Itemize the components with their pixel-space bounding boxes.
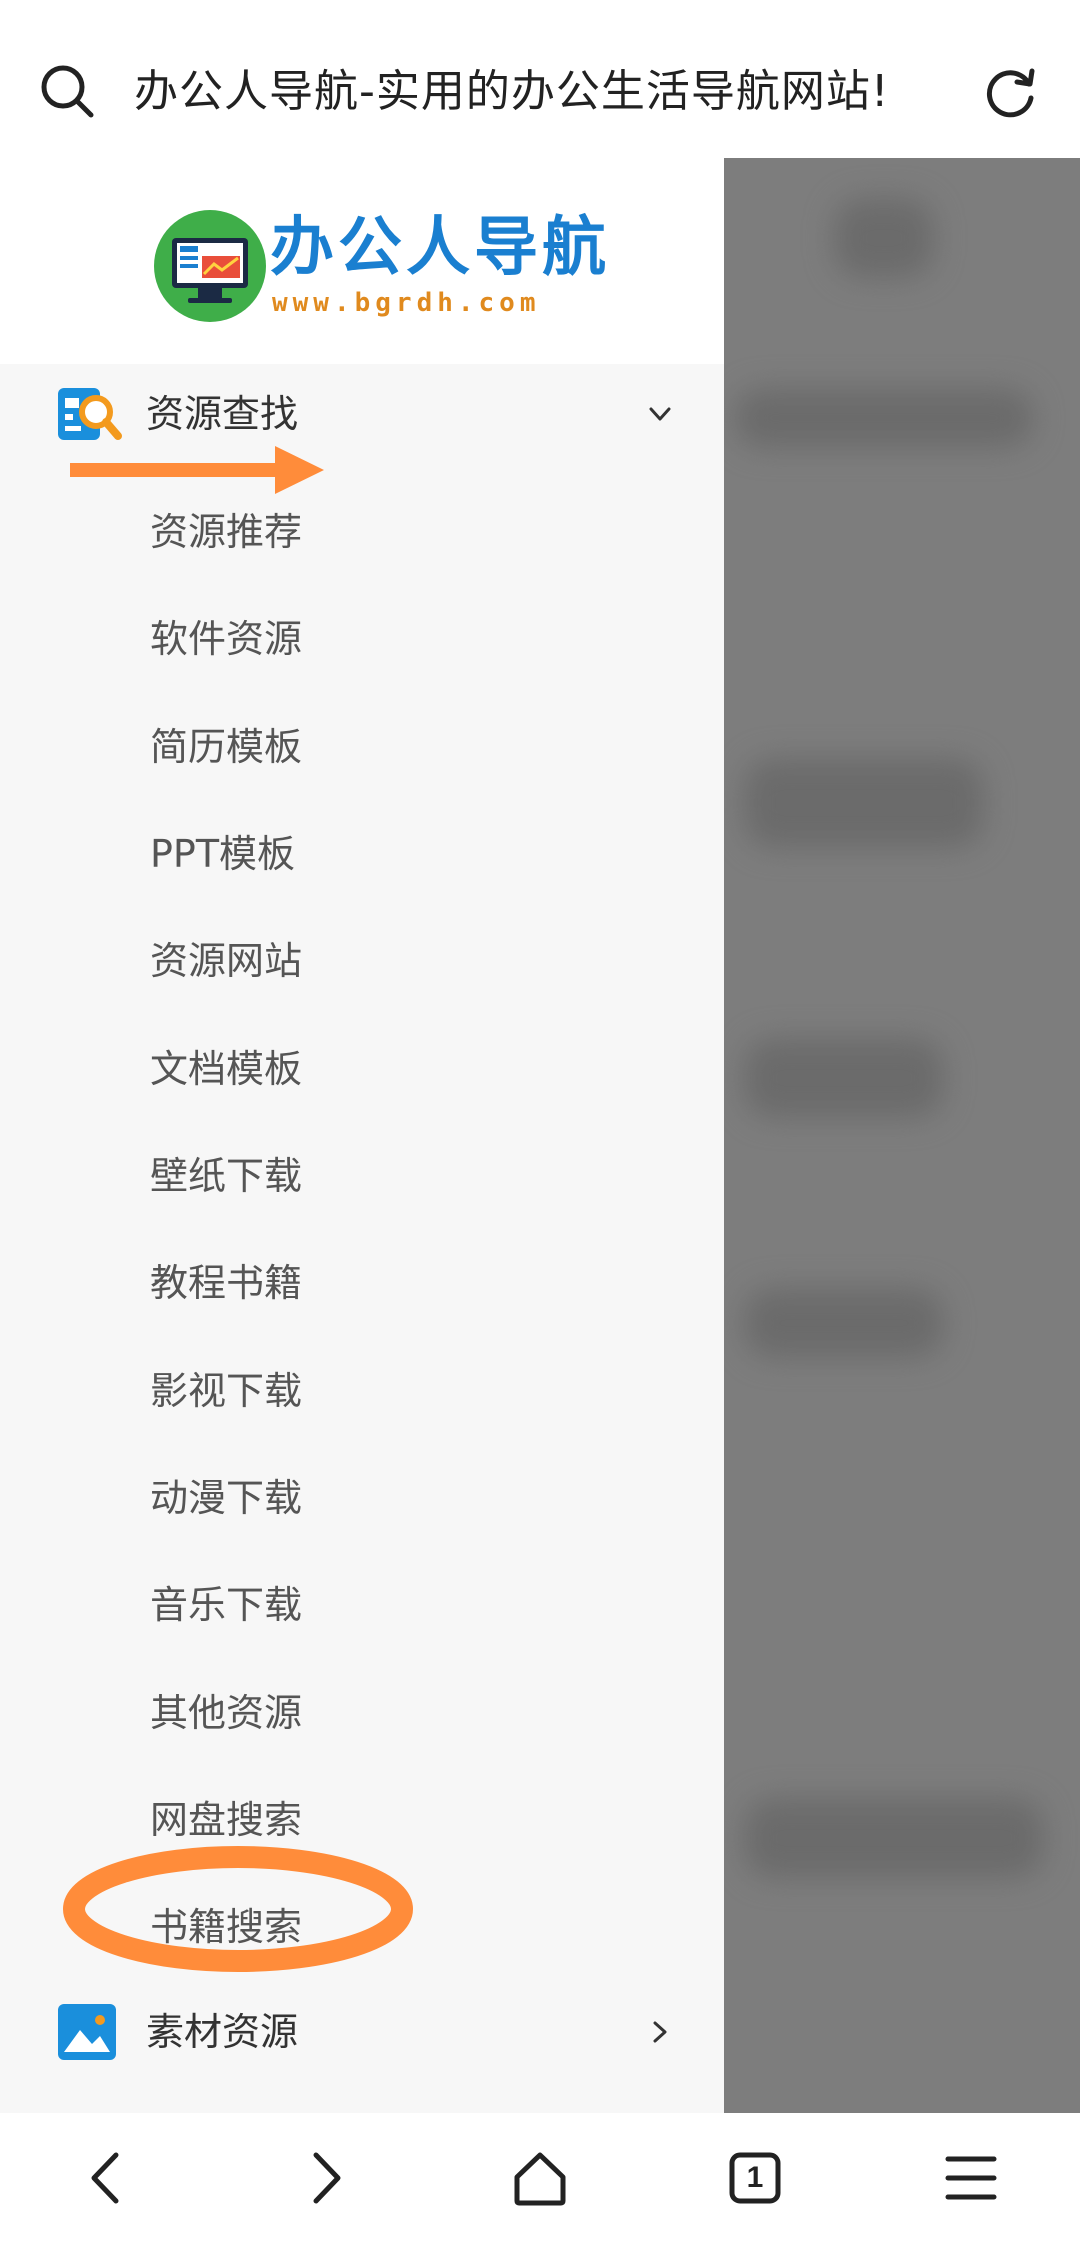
back-icon[interactable] xyxy=(72,2143,142,2213)
sidebar-item-movie-downloads[interactable]: 影视下载 xyxy=(150,1361,302,1421)
side-drawer: 办公人导航 www.bgrdh.com 资源查找 资源推荐 软件资源 简历模板 … xyxy=(0,158,724,2113)
page-title[interactable]: 办公人导航-实用的办公生活导航网站! xyxy=(134,62,890,122)
address-bar: 办公人导航-实用的办公生活导航网站! xyxy=(0,0,1080,158)
sidebar-item-document-templates[interactable]: 文档模板 xyxy=(150,1039,302,1099)
blurred-content xyxy=(734,388,1034,448)
page-dim-overlay[interactable] xyxy=(724,158,1080,2113)
home-icon[interactable] xyxy=(505,2143,575,2213)
reload-icon[interactable] xyxy=(982,62,1040,120)
blurred-content xyxy=(744,1798,1044,1878)
sidebar-section-label: 资源查找 xyxy=(146,392,299,436)
forward-icon[interactable] xyxy=(290,2143,360,2213)
sidebar-item-resource-sites[interactable]: 资源网站 xyxy=(150,931,302,991)
site-logo[interactable]: 办公人导航 www.bgrdh.com xyxy=(0,158,724,364)
sidebar-item-music-downloads[interactable]: 音乐下载 xyxy=(150,1575,302,1635)
chevron-right-icon[interactable] xyxy=(646,2018,674,2046)
search-icon[interactable] xyxy=(38,62,96,120)
blurred-content xyxy=(834,198,934,278)
tab-count: 1 xyxy=(746,2161,764,2194)
chevron-down-icon[interactable] xyxy=(646,400,674,428)
sidebar-item-other-resources[interactable]: 其他资源 xyxy=(150,1683,302,1743)
annotation-circle xyxy=(63,1846,413,1972)
logo-title: 办公人导航 xyxy=(270,211,610,285)
sidebar-item-tutorial-books[interactable]: 教程书籍 xyxy=(150,1253,302,1313)
sidebar-item-resource-recommend[interactable]: 资源推荐 xyxy=(150,502,302,562)
sidebar-item-anime-downloads[interactable]: 动漫下载 xyxy=(150,1468,302,1528)
sidebar-item-resume-templates[interactable]: 简历模板 xyxy=(150,717,302,777)
annotation-arrow xyxy=(70,446,324,494)
blurred-content xyxy=(744,1288,944,1358)
blurred-content xyxy=(744,1038,944,1118)
bottom-nav-bar: 1 xyxy=(0,2113,1080,2245)
sidebar-item-software[interactable]: 软件资源 xyxy=(150,609,302,669)
tabs-button[interactable]: 1 xyxy=(720,2143,790,2213)
sidebar-item-ppt-templates[interactable]: PPT模板 xyxy=(150,824,295,884)
resource-search-icon xyxy=(58,388,122,440)
menu-icon[interactable] xyxy=(936,2143,1006,2213)
blurred-content xyxy=(744,758,984,848)
sidebar-section-materials[interactable]: 素材资源 xyxy=(0,1982,724,2082)
sidebar-section-label: 素材资源 xyxy=(146,2010,299,2054)
logo-url: www.bgrdh.com xyxy=(272,288,541,318)
image-icon xyxy=(58,2004,116,2060)
sidebar-item-wallpapers[interactable]: 壁纸下载 xyxy=(150,1146,302,1206)
logo-monitor-icon xyxy=(154,210,266,322)
sidebar-item-netdisk-search[interactable]: 网盘搜索 xyxy=(150,1790,302,1850)
